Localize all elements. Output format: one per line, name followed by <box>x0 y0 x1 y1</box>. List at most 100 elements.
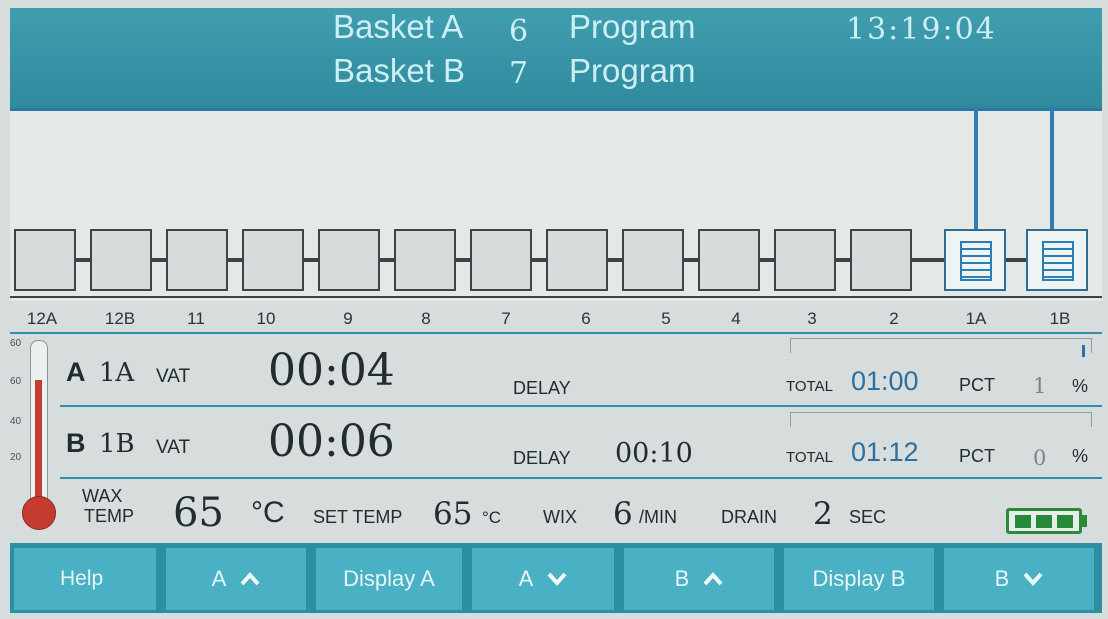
vat-2[interactable] <box>850 229 912 291</box>
vat-connector <box>760 258 774 262</box>
vat-label: 12B <box>104 309 136 328</box>
wax-temp-label: WAX TEMP <box>82 486 134 526</box>
basket-a-timer: 00:04 <box>268 345 395 396</box>
vat-label: 2 <box>889 309 899 328</box>
vat-connector <box>912 258 944 262</box>
vat-connector <box>304 258 318 262</box>
vat-label: 3 <box>807 309 817 328</box>
basket-b-total-label: TOTAL <box>786 449 833 466</box>
vat-connector <box>608 258 622 262</box>
vat-connector <box>228 258 242 262</box>
vat-11[interactable] <box>166 229 228 291</box>
basket-b-label: Basket B <box>333 52 466 89</box>
clock: 13:19:04 <box>846 12 997 47</box>
drain-label: DRAIN <box>721 507 778 527</box>
vat-1b[interactable] <box>1026 229 1088 291</box>
basket-b-timer: 00:06 <box>268 416 395 467</box>
display-a-label: Display A <box>343 566 435 591</box>
basket-a-hanger <box>974 105 978 247</box>
thermometer-tick: 60 <box>10 338 22 349</box>
basket-a-program-number: 6 <box>509 14 529 49</box>
basket-b-delay-label: DELAY <box>513 448 571 468</box>
vat-10[interactable] <box>242 229 304 291</box>
b-down-button[interactable]: B <box>944 548 1094 610</box>
help-button[interactable]: Help <box>14 548 156 610</box>
thermometer-tick: 20 <box>10 452 22 463</box>
vat-connector <box>836 258 850 262</box>
vat-4[interactable] <box>698 229 760 291</box>
vat-8[interactable] <box>394 229 456 291</box>
basket-b-program-number: 7 <box>509 56 529 91</box>
wax-temp-unit: °C <box>251 496 285 529</box>
wax-temp-label-line1: WAX <box>82 486 123 506</box>
battery-tip <box>1082 515 1087 527</box>
basket-a-id: A <box>66 357 86 387</box>
basket-b-id: B <box>66 428 86 458</box>
vat-label: 1A <box>965 309 987 328</box>
drain-unit: SEC <box>849 507 887 527</box>
vat-label: 4 <box>731 309 741 328</box>
vat-track-base <box>10 296 1102 298</box>
divider <box>60 477 1102 479</box>
vat-connector <box>532 258 546 262</box>
vat-5[interactable] <box>622 229 684 291</box>
chevron-down-icon <box>547 572 567 587</box>
battery-cell <box>1036 515 1052 528</box>
basket-a-pct-value: 1 <box>1033 374 1047 398</box>
vat-label: 6 <box>581 309 591 328</box>
basket-b-delay-value: 00:10 <box>615 438 693 469</box>
basket-b-total-value: 01:12 <box>851 437 919 467</box>
basket-a-delay-label: DELAY <box>513 378 571 398</box>
set-temp-label: SET TEMP <box>313 507 403 527</box>
vat-label: 5 <box>661 309 671 328</box>
chevron-up-icon <box>240 571 260 586</box>
set-temp-unit: °C <box>482 508 502 527</box>
chevron-down-icon <box>1023 572 1043 587</box>
divider <box>60 405 1102 407</box>
a-down-button[interactable]: A <box>472 548 614 610</box>
vat-label: 11 <box>187 309 205 328</box>
thermometer-tick: 60 <box>10 376 22 387</box>
chevron-up-icon <box>703 571 723 586</box>
battery-cell <box>1015 515 1031 528</box>
vat-3[interactable] <box>774 229 836 291</box>
basket-a-program-label: Program <box>569 8 696 45</box>
wix-label: WIX <box>543 507 577 527</box>
vat-12a[interactable] <box>14 229 76 291</box>
b-down-label: B <box>994 566 1010 591</box>
basket-a-pct-label: PCT <box>959 375 995 395</box>
vat-connector <box>684 258 698 262</box>
vat-6[interactable] <box>546 229 608 291</box>
vat-1a[interactable] <box>944 229 1006 291</box>
vat-label: 12A <box>26 309 58 328</box>
wix-unit: /MIN <box>639 507 677 527</box>
basket-b-vat-unit: VAT <box>156 437 191 458</box>
thermometer-tick: 40 <box>10 416 22 427</box>
basket-a-vat: 1A <box>99 358 135 388</box>
basket-a-progress-fill <box>1082 345 1085 357</box>
basket-b-icon <box>1042 241 1074 281</box>
vat-connector <box>456 258 470 262</box>
vat-label: 7 <box>501 309 511 328</box>
basket-b-vat: 1B <box>99 429 135 459</box>
wax-temp-value: 65 <box>173 490 224 536</box>
display-b-button[interactable]: Display B <box>784 548 934 610</box>
basket-b-progress-bar <box>790 412 1092 427</box>
vat-label: 10 <box>256 309 276 328</box>
basket-b-hanger <box>1050 105 1054 247</box>
thermometer-bulb <box>22 496 56 530</box>
basket-a-label: Basket A <box>333 8 464 45</box>
vat-9[interactable] <box>318 229 380 291</box>
a-up-button[interactable]: A <box>166 548 306 610</box>
vat-connector <box>380 258 394 262</box>
vat-connector <box>1006 258 1026 262</box>
basket-b-pct-label: PCT <box>959 446 995 466</box>
b-up-button[interactable]: B <box>624 548 774 610</box>
display-a-button[interactable]: Display A <box>316 548 462 610</box>
basket-a-progress-bar <box>790 338 1092 357</box>
basket-b-pct-value: 0 <box>1033 446 1047 470</box>
vat-12b[interactable] <box>90 229 152 291</box>
set-temp-value: 65 <box>433 496 473 532</box>
thermometer-fill <box>35 380 42 505</box>
vat-7[interactable] <box>470 229 532 291</box>
